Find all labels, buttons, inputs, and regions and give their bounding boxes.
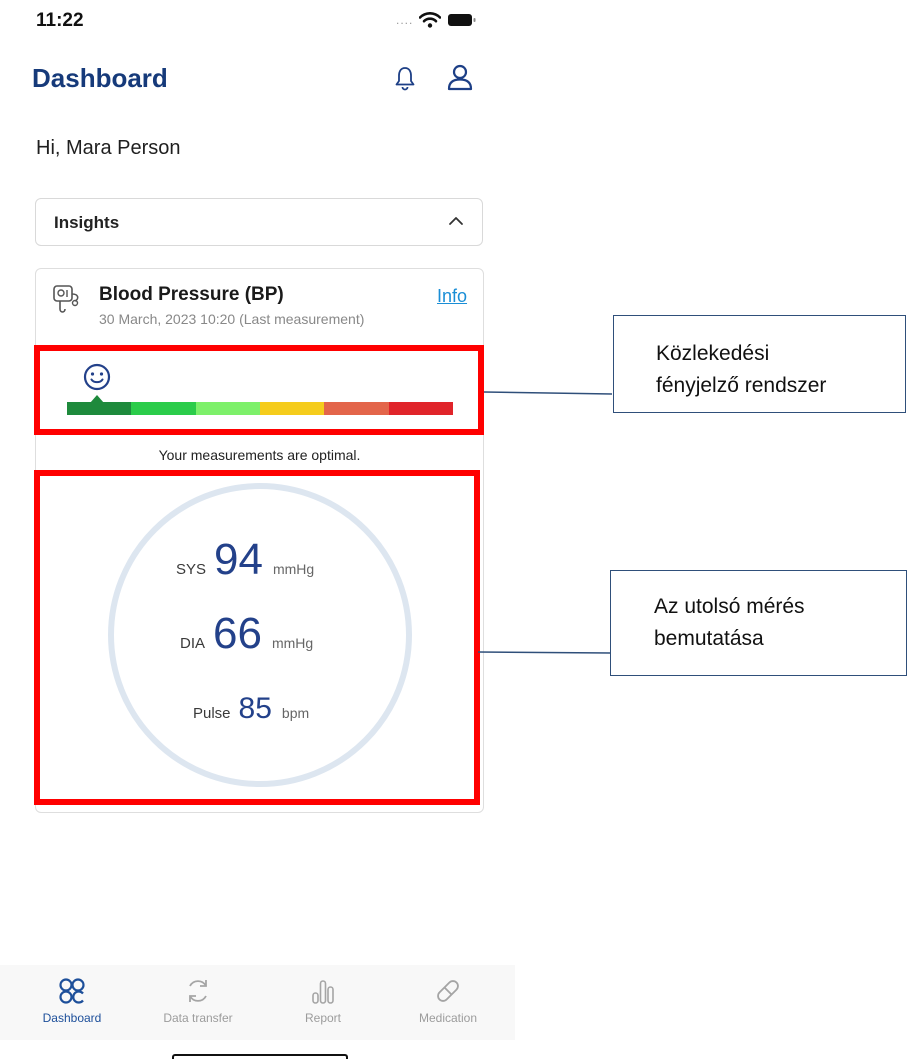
bp-title: Blood Pressure (BP) [99,284,284,305]
traffic-callout-line2: fényjelző rendszer [656,374,827,397]
home-indicator [172,1054,348,1059]
nav-dashboard-label: Dashboard [42,1011,102,1025]
traffic-connector-line [484,391,613,395]
status-time: 11:22 [36,10,84,31]
measurement-connector-line [478,651,612,654]
nav-data-transfer[interactable]: Data transfer [134,965,262,1025]
page-title: Dashboard [32,63,168,93]
bottom-nav: Dashboard Data transfer Report Medicatio… [0,965,515,1040]
pill-icon [437,980,459,1002]
signal-dots: .... [396,13,414,27]
measurement-highlight-box [34,470,480,805]
status-text: Your measurements are optimal. [158,447,361,463]
nav-report-label: Report [304,1011,342,1025]
last-measurement-date: 30 March, 2023 10:20 (Last measurement) [99,311,365,327]
profile-button[interactable] [445,62,475,92]
bp-monitor-icon [53,285,79,313]
nav-report[interactable]: Report [259,965,387,1025]
measurement-callout-line2: bemutatása [654,627,764,650]
measurement-callout-line1: Az utolsó mérés [654,595,805,618]
notifications-button[interactable] [390,63,420,93]
chevron-up-icon [449,217,463,225]
traffic-light-callout: Közlekedési fényjelző rendszer [613,315,906,413]
dashboard-grid-icon [59,978,85,1004]
nav-data-transfer-label: Data transfer [163,1011,233,1025]
user-icon [447,64,473,91]
last-measurement-callout: Az utolsó mérés bemutatása [610,570,907,676]
bell-icon [395,67,415,91]
status-icons: .... [396,12,477,28]
traffic-highlight-box [34,345,484,435]
sync-icon [189,980,207,1002]
wifi-icon [419,12,442,28]
insights-label: Insights [54,213,120,232]
report-bars-icon [312,980,334,1004]
greeting-text: Hi, Mara Person [36,137,181,159]
nav-dashboard[interactable]: Dashboard [8,965,136,1025]
info-link[interactable]: Info [437,286,467,307]
battery-icon [448,14,476,26]
traffic-callout-line1: Közlekedési [656,342,770,365]
nav-medication-label: Medication [418,1011,478,1025]
nav-medication[interactable]: Medication [384,965,512,1025]
insights-toggle[interactable]: Insights [35,198,483,246]
